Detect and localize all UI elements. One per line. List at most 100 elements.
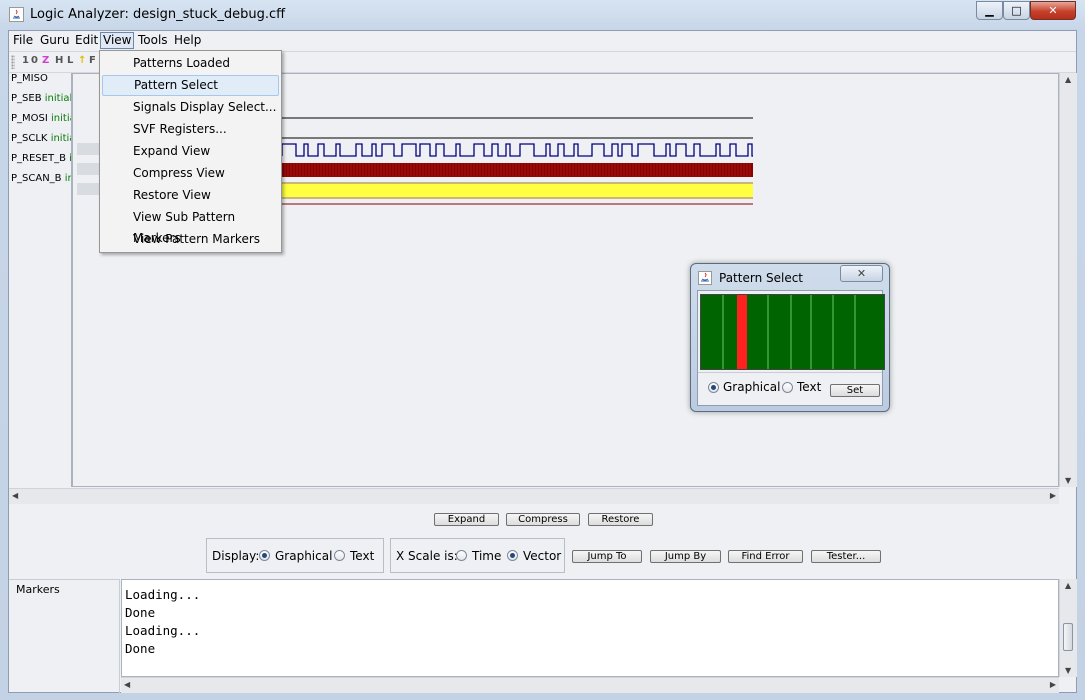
log-output[interactable]: Loading... Done Loading... Done (121, 579, 1059, 677)
signal-row[interactable]: P_MOSI initial (11, 113, 71, 124)
xscale-label: X Scale is: (396, 549, 458, 563)
toolbar-value-1[interactable]: 0 (31, 55, 38, 66)
menu-edit[interactable]: Edit (73, 32, 100, 49)
display-group: Display: Graphical Text (206, 538, 384, 573)
scroll-right-arrow-icon[interactable]: ▶ (1050, 491, 1056, 500)
log-scroll-right-arrow-icon[interactable]: ▶ (1050, 680, 1056, 689)
expand-button[interactable]: Expand (434, 513, 499, 526)
menu-guru[interactable]: Guru (38, 32, 71, 49)
trace-reset-bus (282, 184, 753, 197)
xscale-time-radio[interactable] (456, 550, 467, 561)
menu-file[interactable]: File (11, 32, 35, 49)
display-text-label[interactable]: Text (350, 549, 374, 563)
close-icon: ✕ (856, 267, 867, 280)
jump-to-button[interactable]: Jump To (572, 550, 642, 563)
scroll-left-arrow-icon[interactable]: ◀ (12, 491, 18, 500)
pattern-text-label[interactable]: Text (797, 380, 821, 394)
signal-initial-value: in (64, 173, 71, 184)
log-vertical-scrollbar[interactable]: ▲ ▼ (1059, 579, 1077, 677)
tester-button[interactable]: Tester... (811, 550, 881, 563)
signal-name: P_MOSI (11, 113, 48, 124)
menu-help[interactable]: Help (172, 32, 203, 49)
trace-mosi (281, 143, 753, 157)
xscale-time-label[interactable]: Time (472, 549, 501, 563)
signal-row[interactable]: P_SEB initial (11, 93, 71, 104)
signal-name: P_SCAN_B (11, 173, 62, 184)
signal-name: P_MISO (11, 73, 48, 84)
pattern-dialog-separator (698, 372, 882, 373)
log-horizontal-scrollbar[interactable]: ◀ ▶ (121, 677, 1059, 693)
display-graphical-label[interactable]: Graphical (275, 549, 332, 563)
signal-row[interactable]: P_SCLK initial (11, 133, 71, 144)
menu-view[interactable]: View (100, 32, 135, 49)
waveform-horizontal-scrollbar[interactable]: ◀ ▶ (9, 488, 1059, 504)
toolbar-value-2[interactable]: Z (42, 55, 49, 66)
pattern-text-radio[interactable] (782, 382, 793, 393)
view-menu-item-signals-display-select[interactable]: Signals Display Select... (102, 97, 279, 118)
toolbar-grip[interactable] (11, 55, 15, 69)
pattern-map-canvas[interactable] (700, 294, 885, 370)
java-app-icon (9, 7, 24, 22)
trace-sclk-bus (282, 163, 753, 177)
log-scroll-down-arrow-icon[interactable]: ▼ (1065, 666, 1071, 675)
find-error-button[interactable]: Find Error (728, 550, 803, 563)
minimize-button[interactable]: ▁ (976, 1, 1003, 20)
log-scroll-left-arrow-icon[interactable]: ◀ (124, 680, 130, 689)
maximize-icon: □ (1011, 4, 1022, 17)
pattern-graphical-radio[interactable] (708, 382, 719, 393)
window-title: Logic Analyzer: design_stuck_debug.cff (30, 7, 286, 22)
pattern-selection-marker (737, 294, 747, 370)
signal-initial-value: initial (51, 113, 71, 124)
signal-row[interactable]: P_SCAN_B in (11, 173, 71, 184)
pattern-dialog-close-button[interactable]: ✕ (840, 265, 883, 282)
scroll-down-arrow-icon[interactable]: ▼ (1065, 476, 1071, 485)
log-line: Done (125, 641, 156, 656)
pattern-set-button[interactable]: Set (830, 384, 880, 397)
maximize-button[interactable]: □ (1003, 1, 1030, 20)
scroll-up-arrow-icon[interactable]: ▲ (1065, 75, 1071, 84)
log-scroll-up-arrow-icon[interactable]: ▲ (1065, 581, 1071, 590)
menu-bar: File Guru Edit View Tools Help (9, 31, 1076, 52)
close-icon: ✕ (1048, 4, 1058, 17)
menu-tools[interactable]: Tools (136, 32, 170, 49)
log-line: Loading... (125, 587, 201, 602)
pattern-dialog-title: Pattern Select (719, 271, 804, 285)
view-menu-item-patterns-loaded[interactable]: Patterns Loaded (102, 53, 279, 74)
view-menu-item-restore-view[interactable]: Restore View (102, 185, 279, 206)
display-graphical-radio[interactable] (259, 550, 270, 561)
jump-by-button[interactable]: Jump By (650, 550, 721, 563)
toolbar-value-4[interactable]: L (67, 55, 73, 66)
signal-initial-value: initial (50, 133, 71, 144)
waveform-vertical-scrollbar[interactable]: ▲ ▼ (1059, 73, 1077, 487)
pattern-graphical-label[interactable]: Graphical (723, 380, 780, 394)
signal-name: P_SEB (11, 93, 42, 104)
toolbar-value-5[interactable]: ↑ (78, 55, 86, 66)
signal-names-pane: P_MISO P_SEB initialP_MOSI initialP_SCLK… (9, 73, 72, 487)
toolbar-value-6[interactable]: F (89, 55, 96, 66)
log-scroll-thumb[interactable] (1063, 623, 1073, 651)
signal-row[interactable]: P_MISO (11, 73, 48, 84)
xscale-vector-label[interactable]: Vector (523, 549, 561, 563)
markers-pane: Markers (9, 579, 120, 694)
view-menu-item-view-sub-pattern-markers[interactable]: View Sub Pattern Markers (102, 207, 279, 245)
pattern-select-dialog[interactable]: Pattern Select ✕ Graphical Text Set (690, 263, 890, 412)
log-line: Loading... (125, 623, 201, 638)
xscale-vector-radio[interactable] (507, 550, 518, 561)
title-bar[interactable]: Logic Analyzer: design_stuck_debug.cff ▁… (0, 0, 1085, 30)
view-menu-item-view-pattern-markers[interactable]: View Pattern Markers (102, 229, 279, 250)
view-menu-item-compress-view[interactable]: Compress View (102, 163, 279, 184)
view-menu-item-pattern-select[interactable]: Pattern Select (102, 75, 279, 96)
restore-button[interactable]: Restore (588, 513, 653, 526)
signal-name: P_SCLK (11, 133, 48, 144)
view-menu-dropdown: Patterns Loaded Pattern Select Signals Dis… (99, 50, 282, 253)
compress-button[interactable]: Compress (506, 513, 580, 526)
log-line: Done (125, 605, 156, 620)
display-text-radio[interactable] (334, 550, 345, 561)
close-button[interactable]: ✕ (1030, 1, 1076, 20)
markers-label: Markers (16, 583, 60, 596)
toolbar-value-3[interactable]: H (55, 55, 63, 66)
view-menu-item-svf-registers[interactable]: SVF Registers... (102, 119, 279, 140)
view-menu-item-expand-view[interactable]: Expand View (102, 141, 279, 162)
toolbar-value-0[interactable]: 1 (22, 55, 29, 66)
signal-row[interactable]: P_RESET_B i (11, 153, 71, 164)
